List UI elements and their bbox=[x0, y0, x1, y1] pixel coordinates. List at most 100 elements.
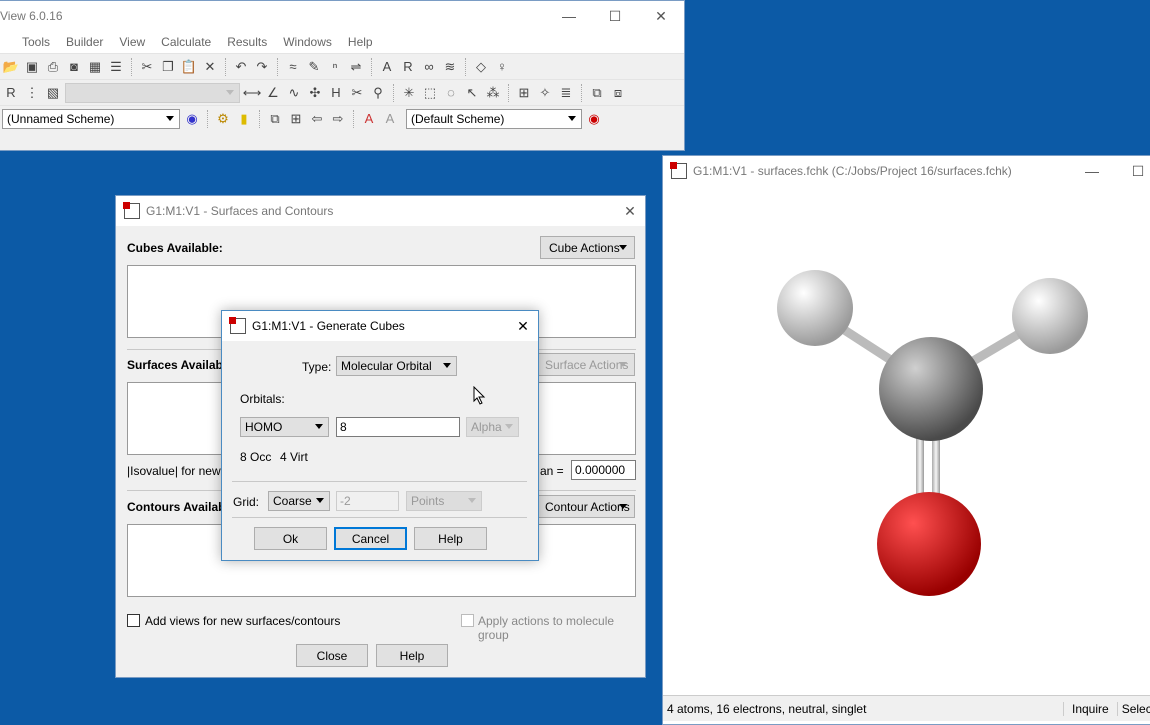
grid-select[interactable]: Coarse bbox=[268, 491, 330, 511]
clean-icon[interactable]: ≈ bbox=[284, 58, 302, 76]
grid-units-select[interactable]: Points bbox=[406, 491, 482, 511]
star-icon[interactable]: ✳ bbox=[400, 84, 418, 102]
link-icon[interactable]: ∞ bbox=[420, 58, 438, 76]
text-r-icon[interactable]: R bbox=[399, 58, 417, 76]
spin-select[interactable]: Alpha bbox=[466, 417, 519, 437]
list-view-icon[interactable]: ≣ bbox=[557, 84, 575, 102]
cancel-button[interactable]: Cancel bbox=[334, 527, 407, 550]
brush-icon[interactable]: ✎ bbox=[305, 58, 323, 76]
contour-actions-button[interactable]: Contour Actions bbox=[536, 495, 635, 518]
inquire-mode[interactable]: Inquire bbox=[1063, 701, 1117, 716]
carbon-atom[interactable] bbox=[879, 337, 983, 441]
pin-icon[interactable]: ♀ bbox=[493, 58, 511, 76]
box-select-icon[interactable]: ⬚ bbox=[421, 84, 439, 102]
oxygen-atom[interactable] bbox=[877, 492, 981, 596]
ring-icon[interactable]: ▧ bbox=[44, 84, 62, 102]
menu-builder[interactable]: Builder bbox=[58, 35, 111, 49]
fragment-icon[interactable]: ⚲ bbox=[369, 84, 387, 102]
apply-actions-checkbox[interactable] bbox=[461, 614, 474, 627]
chain-icon[interactable]: ⋮ bbox=[23, 84, 41, 102]
orbital-input[interactable]: 8 bbox=[336, 417, 460, 437]
menu-tools[interactable]: Tools bbox=[14, 35, 58, 49]
list-icon[interactable]: ☰ bbox=[107, 58, 125, 76]
tile-icon[interactable]: ⊞ bbox=[287, 110, 305, 128]
text-a-icon[interactable]: A bbox=[378, 58, 396, 76]
menu-calculate[interactable]: Calculate bbox=[153, 35, 219, 49]
paste-icon[interactable]: 📋 bbox=[180, 58, 198, 76]
type-select[interactable]: Molecular Orbital bbox=[336, 356, 457, 376]
molecule-canvas[interactable] bbox=[663, 186, 1150, 694]
scheme-edit-icon[interactable]: ◉ bbox=[183, 110, 201, 128]
angle-icon[interactable]: ∠ bbox=[264, 84, 282, 102]
open-icon[interactable]: 📂 bbox=[2, 58, 20, 76]
break-icon[interactable]: ✂ bbox=[348, 84, 366, 102]
diamond-icon[interactable]: ◇ bbox=[472, 58, 490, 76]
label-icon[interactable]: A bbox=[381, 110, 399, 128]
cascade-icon[interactable]: ⧉ bbox=[266, 110, 284, 128]
sparkle-icon[interactable]: ✧ bbox=[536, 84, 554, 102]
lasso-icon[interactable]: ◌ bbox=[442, 84, 460, 102]
viewer-minimize-button[interactable]: — bbox=[1069, 163, 1115, 179]
save-icon[interactable]: ▣ bbox=[23, 58, 41, 76]
copy-icon[interactable]: ❐ bbox=[159, 58, 177, 76]
redo-icon[interactable]: ↷ bbox=[253, 58, 271, 76]
gear-icon[interactable]: ⚙ bbox=[214, 110, 232, 128]
scheme-color-icon[interactable]: ◉ bbox=[585, 110, 603, 128]
help-button[interactable]: Help bbox=[414, 527, 487, 550]
maximize-button[interactable]: ☐ bbox=[592, 8, 638, 25]
fragment-combo[interactable] bbox=[65, 82, 240, 103]
grid-units-value: Points bbox=[411, 494, 445, 508]
print-icon[interactable]: ⎙ bbox=[44, 58, 62, 76]
surfaces-close-icon[interactable]: ✕ bbox=[615, 203, 645, 220]
default-scheme-combo[interactable]: (Default Scheme) bbox=[406, 108, 582, 129]
delete-icon[interactable]: ✕ bbox=[201, 58, 219, 76]
style-icon[interactable]: A bbox=[360, 110, 378, 128]
pointer-icon[interactable]: ↖ bbox=[463, 84, 481, 102]
generate-cubes-close-icon[interactable]: ✕ bbox=[508, 318, 538, 335]
unnamed-scheme-combo[interactable]: (Unnamed Scheme) bbox=[2, 108, 180, 129]
minimize-button[interactable]: — bbox=[546, 8, 592, 24]
bond-length-icon[interactable]: ⟷ bbox=[243, 84, 262, 102]
close-button[interactable]: ✕ bbox=[638, 8, 684, 25]
type-value: Molecular Orbital bbox=[341, 359, 432, 373]
add-view-icon[interactable]: ⊞ bbox=[515, 84, 533, 102]
layers-icon[interactable]: ≋ bbox=[441, 58, 459, 76]
save-image-icon[interactable]: ▦ bbox=[86, 58, 104, 76]
arrow-right-icon[interactable]: ⇨ bbox=[329, 110, 347, 128]
undo-icon[interactable]: ↶ bbox=[232, 58, 250, 76]
cube-actions-button[interactable]: Cube Actions bbox=[540, 236, 635, 259]
atoms-icon[interactable]: ⁂ bbox=[484, 84, 502, 102]
dihedral-icon[interactable]: ∿ bbox=[285, 84, 303, 102]
menu-help[interactable]: Help bbox=[340, 35, 381, 49]
hydrogen-r-icon[interactable]: R bbox=[2, 84, 20, 102]
orbital-select[interactable]: HOMO bbox=[240, 417, 329, 437]
generate-cubes-dialog: G1:M1:V1 - Generate Cubes ✕ Type: Molecu… bbox=[221, 310, 539, 561]
grid-label: Grid: bbox=[233, 495, 260, 509]
hydrogen-icon[interactable]: H bbox=[327, 84, 345, 102]
scheme-right-value: (Default Scheme) bbox=[411, 111, 505, 126]
symmetry-icon[interactable]: ⁿ bbox=[326, 58, 344, 76]
light-icon[interactable]: ▮ bbox=[235, 110, 253, 128]
viewer-maximize-button[interactable]: ☐ bbox=[1115, 163, 1150, 180]
close-button[interactable]: Close bbox=[296, 644, 368, 667]
grid-number-input[interactable]: -2 bbox=[336, 491, 399, 511]
add-views-checkbox[interactable] bbox=[127, 614, 140, 627]
help-button[interactable]: Help bbox=[376, 644, 448, 667]
paste-view-icon[interactable]: ⧈ bbox=[609, 84, 627, 102]
ok-button[interactable]: Ok bbox=[254, 527, 327, 550]
isovalue-input[interactable]: 0.000000 bbox=[571, 460, 636, 480]
menu-windows[interactable]: Windows bbox=[275, 35, 340, 49]
hydrogen-atom[interactable] bbox=[1012, 278, 1088, 354]
toolbar-separator bbox=[371, 57, 372, 76]
select-mode[interactable]: Select bbox=[1116, 701, 1150, 716]
arrow-left-icon[interactable]: ⇦ bbox=[308, 110, 326, 128]
hydrogen-atom[interactable] bbox=[777, 270, 853, 346]
menu-results[interactable]: Results bbox=[219, 35, 275, 49]
menu-view[interactable]: View bbox=[111, 35, 153, 49]
surface-actions-button[interactable]: Surface Actions bbox=[536, 353, 635, 376]
camera-icon[interactable]: ◙ bbox=[65, 58, 83, 76]
cut-icon[interactable]: ✂ bbox=[138, 58, 156, 76]
select-icon[interactable]: ✣ bbox=[306, 84, 324, 102]
connect-icon[interactable]: ⇌ bbox=[347, 58, 365, 76]
copy-view-icon[interactable]: ⧉ bbox=[588, 84, 606, 102]
